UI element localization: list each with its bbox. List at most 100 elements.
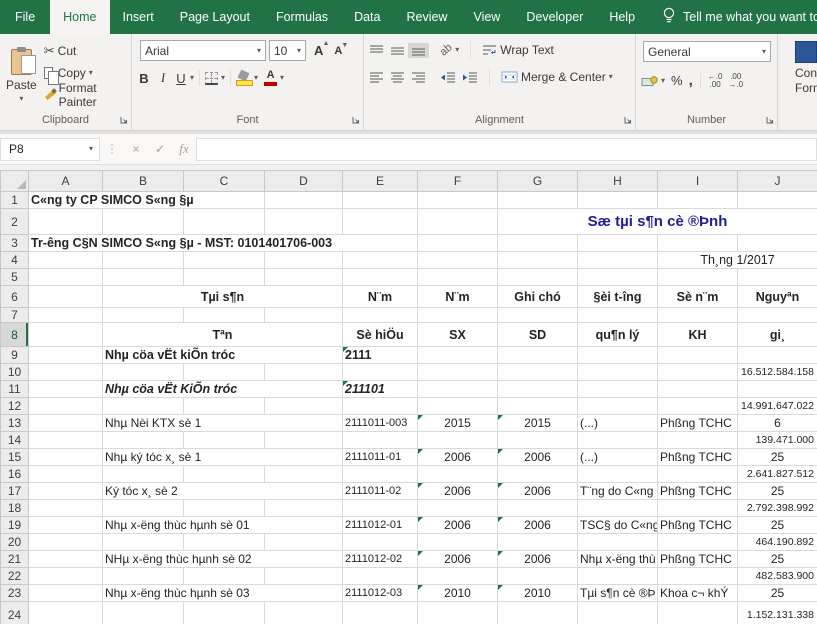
cell-I15[interactable]: Phßng TCHC: [658, 449, 738, 466]
cell-I9[interactable]: [658, 347, 738, 364]
cell-I21[interactable]: Phßng TCHC: [658, 551, 738, 568]
row-header-1[interactable]: 1: [1, 192, 29, 209]
row-header-11[interactable]: 11: [1, 381, 29, 398]
cell-D12[interactable]: [265, 398, 343, 415]
cell-A4[interactable]: [29, 252, 103, 269]
comma-style-button[interactable]: ,: [686, 71, 696, 90]
cell-E9[interactable]: 2111: [343, 347, 418, 364]
cell-F10[interactable]: [418, 364, 498, 381]
cell-C22[interactable]: [184, 568, 265, 585]
cell-C20[interactable]: [184, 534, 265, 551]
tab-insert[interactable]: Insert: [110, 0, 167, 34]
cell-D16[interactable]: [265, 466, 343, 483]
row-header-20[interactable]: 20: [1, 534, 29, 551]
tab-developer[interactable]: Developer: [513, 0, 596, 34]
paste-button[interactable]: Paste ▾: [2, 37, 41, 114]
cell-F1[interactable]: [418, 192, 498, 209]
col-header-D[interactable]: D: [265, 171, 343, 192]
cell-B11[interactable]: Nhµ cöa vËt KiÕn tróc: [103, 381, 343, 398]
cell-G15[interactable]: 2006: [498, 449, 578, 466]
font-color-button[interactable]: A ▾: [261, 69, 287, 87]
cell-A18[interactable]: [29, 500, 103, 517]
row-header-21[interactable]: 21: [1, 551, 29, 568]
cell-A22[interactable]: [29, 568, 103, 585]
cell-J21[interactable]: 25: [738, 551, 817, 568]
cell-J13[interactable]: 6: [738, 415, 817, 432]
cell-G2[interactable]: Sæ tµi s¶n cè ®Þnh: [498, 209, 817, 235]
cell-J6[interactable]: Nguyªn: [738, 286, 817, 308]
cell-E5[interactable]: [343, 269, 418, 286]
cell-H13[interactable]: (...): [578, 415, 658, 432]
cell-A13[interactable]: [29, 415, 103, 432]
cell-H6[interactable]: §èi t-îng: [578, 286, 658, 308]
cell-J1[interactable]: [738, 192, 817, 209]
cell-C18[interactable]: [184, 500, 265, 517]
cancel-button[interactable]: ×: [124, 138, 148, 160]
cell-A21[interactable]: [29, 551, 103, 568]
tab-help[interactable]: Help: [596, 0, 648, 34]
cell-F23[interactable]: 2010: [418, 585, 498, 602]
cell-B13[interactable]: Nhµ Nèi KTX sè 1: [103, 415, 343, 432]
number-format-combo[interactable]: General ▾: [643, 41, 771, 62]
cell-A14[interactable]: [29, 432, 103, 449]
cell-F7[interactable]: [418, 308, 498, 323]
cell-A6[interactable]: [29, 286, 103, 308]
tab-view[interactable]: View: [460, 0, 513, 34]
cell-F24[interactable]: [418, 602, 498, 625]
cell-G10[interactable]: [498, 364, 578, 381]
cell-J12[interactable]: 14.991.647.022: [738, 398, 817, 415]
align-center-button[interactable]: [387, 70, 408, 85]
underline-button[interactable]: U ▾: [172, 70, 197, 87]
tab-review[interactable]: Review: [393, 0, 460, 34]
wrap-text-button[interactable]: Wrap Text: [479, 42, 557, 58]
cell-I5[interactable]: [658, 269, 738, 286]
cell-F9[interactable]: [418, 347, 498, 364]
borders-button[interactable]: ▾: [202, 71, 228, 86]
cell-H18[interactable]: [578, 500, 658, 517]
cell-I10[interactable]: [658, 364, 738, 381]
cell-D10[interactable]: [265, 364, 343, 381]
orientation-button[interactable]: ab ▾: [437, 43, 462, 57]
cell-F4[interactable]: [418, 252, 498, 269]
cell-E17[interactable]: 2111011-02: [343, 483, 418, 500]
cell-G21[interactable]: 2006: [498, 551, 578, 568]
cell-H12[interactable]: [578, 398, 658, 415]
cell-B12[interactable]: [103, 398, 184, 415]
row-header-13[interactable]: 13: [1, 415, 29, 432]
cell-F21[interactable]: 2006: [418, 551, 498, 568]
tell-me-box[interactable]: Tell me what you want to d: [648, 0, 817, 34]
cell-B6[interactable]: Tµi s¶n: [103, 286, 343, 308]
cell-I16[interactable]: [658, 466, 738, 483]
cell-I12[interactable]: [658, 398, 738, 415]
cell-C4[interactable]: [184, 252, 265, 269]
cell-J9[interactable]: [738, 347, 817, 364]
cell-G11[interactable]: [498, 381, 578, 398]
row-header-9[interactable]: 9: [1, 347, 29, 364]
cell-G9[interactable]: [498, 347, 578, 364]
cell-G13[interactable]: 2015: [498, 415, 578, 432]
cell-B15[interactable]: Nhµ ký tóc x¸ sè 1: [103, 449, 343, 466]
cell-G1[interactable]: [498, 192, 578, 209]
cell-J23[interactable]: 25: [738, 585, 817, 602]
cell-J17[interactable]: 25: [738, 483, 817, 500]
cell-B20[interactable]: [103, 534, 184, 551]
cell-G22[interactable]: [498, 568, 578, 585]
cell-E16[interactable]: [343, 466, 418, 483]
cell-G6[interactable]: Ghi chó: [498, 286, 578, 308]
cell-B7[interactable]: [103, 308, 184, 323]
cell-F18[interactable]: [418, 500, 498, 517]
cell-H10[interactable]: [578, 364, 658, 381]
row-header-23[interactable]: 23: [1, 585, 29, 602]
cell-B18[interactable]: [103, 500, 184, 517]
cell-D24[interactable]: [265, 602, 343, 625]
cell-C5[interactable]: [184, 269, 265, 286]
cell-A15[interactable]: [29, 449, 103, 466]
cell-E22[interactable]: [343, 568, 418, 585]
cell-F19[interactable]: 2006: [418, 517, 498, 534]
cell-E24[interactable]: [343, 602, 418, 625]
cell-B5[interactable]: [103, 269, 184, 286]
cell-J10[interactable]: 16.512.584.158: [738, 364, 817, 381]
cell-G20[interactable]: [498, 534, 578, 551]
cell-G5[interactable]: [498, 269, 578, 286]
cell-F2[interactable]: [418, 209, 498, 235]
